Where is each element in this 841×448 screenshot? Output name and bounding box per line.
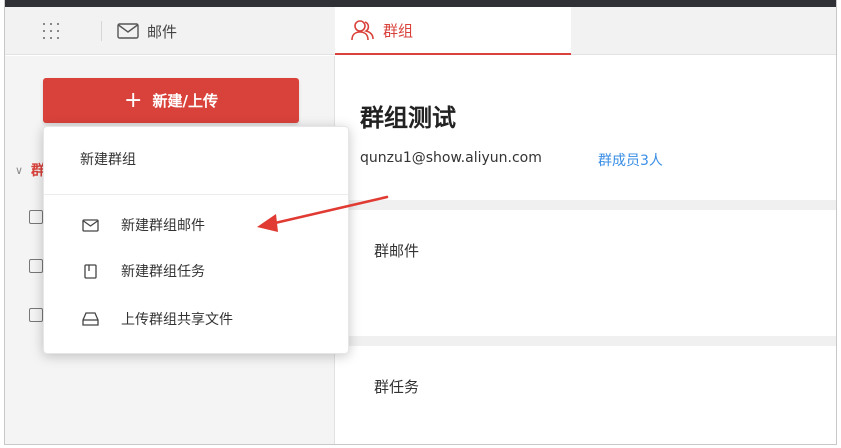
mail-icon (117, 23, 139, 39)
tab-group[interactable]: 群组 (335, 7, 571, 55)
section-divider (336, 200, 836, 210)
drive-icon (82, 312, 99, 326)
group-task-title: 群任务 (374, 378, 420, 396)
new-upload-label: 新建/上传 (152, 92, 218, 110)
new-menu-dropdown: 新建群组 新建群组邮件 新建群组任务 上传群组共享文件 (43, 126, 349, 354)
new-group-mail-item[interactable]: 新建群组邮件 (44, 205, 348, 245)
mail-icon (82, 218, 99, 232)
tab-bar: 邮件 群组 (5, 7, 836, 55)
sidebar-mail-icon[interactable] (29, 210, 43, 224)
group-title: 群组测试 (360, 104, 456, 132)
plus-icon: + (124, 87, 143, 113)
new-group-task-label: 新建群组任务 (121, 264, 205, 280)
sidebar-task-icon[interactable] (29, 259, 43, 273)
new-group-item[interactable]: 新建群组 (80, 149, 136, 169)
group-email: qunzu1@show.aliyun.com (360, 150, 542, 166)
chevron-down-icon[interactable]: ∨ (15, 164, 23, 177)
new-upload-button[interactable]: + 新建/上传 (43, 78, 299, 123)
upload-group-file-label: 上传群组共享文件 (121, 312, 233, 328)
group-mail-title: 群邮件 (374, 242, 420, 260)
top-strip (5, 0, 836, 7)
group-members-link[interactable]: 群成员3人 (598, 150, 663, 170)
tab-mail-label: 邮件 (147, 22, 178, 41)
new-group-mail-label: 新建群组邮件 (121, 218, 205, 234)
menu-divider (44, 194, 348, 195)
group-icon (351, 20, 374, 41)
app-grid-icon[interactable] (41, 21, 61, 41)
group-task-section: 群任务 (336, 346, 836, 444)
app-window: 邮件 群组 + 新建/上传 ∨ 群 群组测试 qunzu1@show.aliyu… (4, 0, 837, 445)
main-panel: 群组测试 qunzu1@show.aliyun.com 群成员3人 群邮件 群任… (336, 56, 836, 444)
group-mail-section: 群邮件 (336, 210, 836, 336)
sidebar-drive-icon[interactable] (29, 308, 43, 322)
tab-divider (101, 21, 102, 41)
section-divider (336, 336, 836, 346)
task-icon (84, 263, 97, 279)
tab-mail[interactable]: 邮件 (117, 7, 177, 55)
new-group-task-item[interactable]: 新建群组任务 (44, 251, 348, 291)
tab-group-label: 群组 (383, 21, 414, 40)
upload-group-file-item[interactable]: 上传群组共享文件 (44, 299, 348, 339)
